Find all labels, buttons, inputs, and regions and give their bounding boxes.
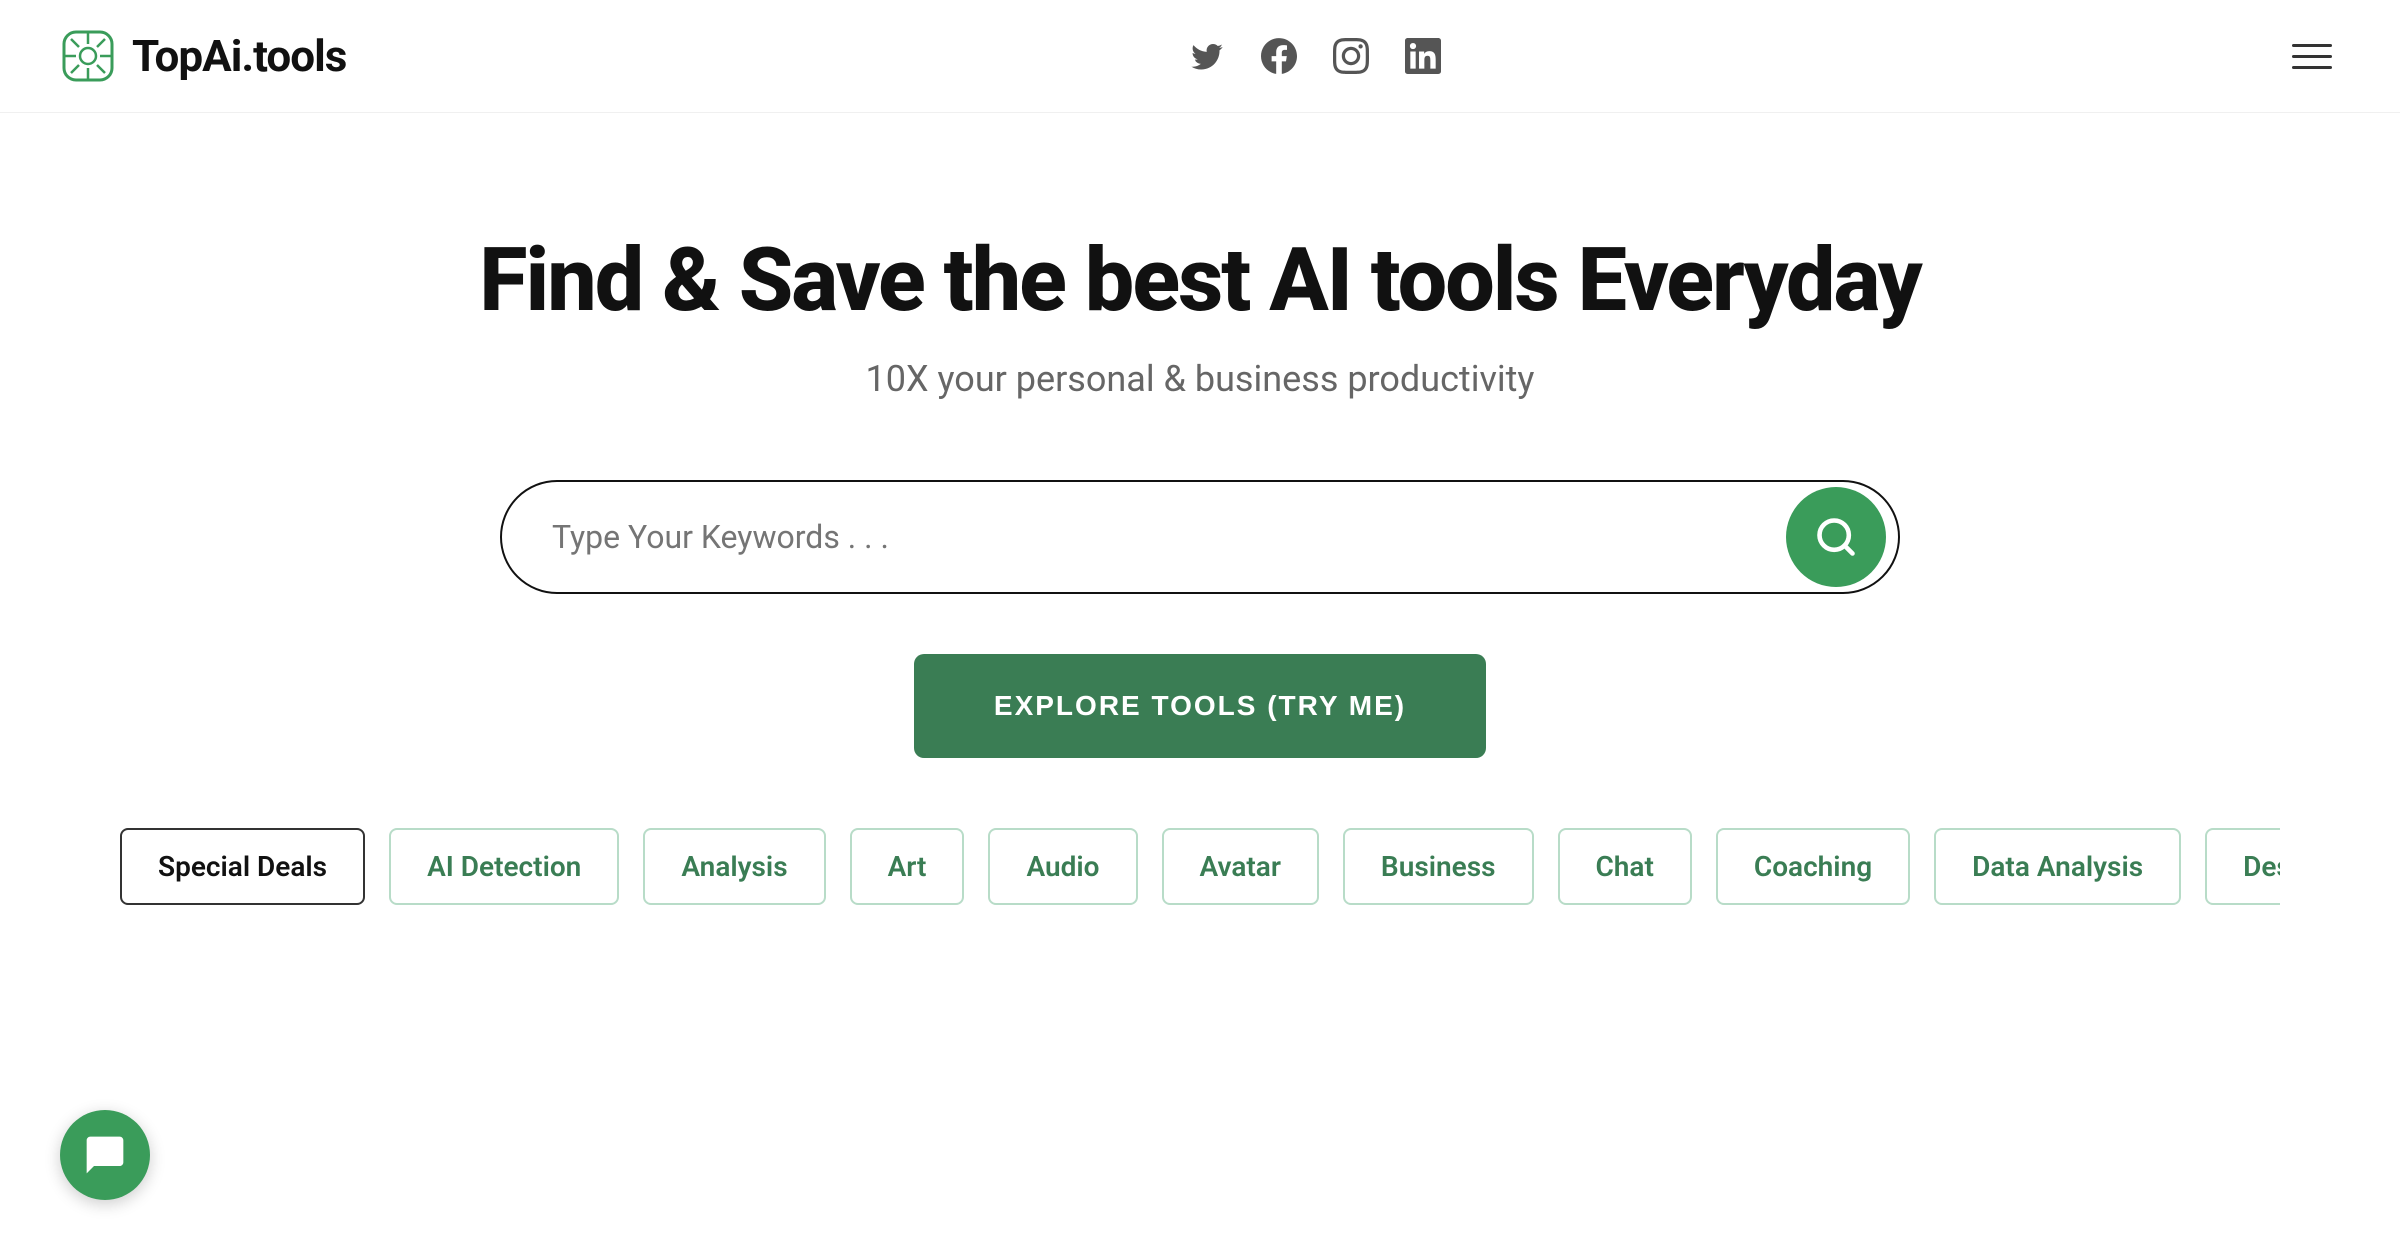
instagram-icon[interactable]: [1333, 38, 1369, 74]
category-tag-analysis[interactable]: Analysis: [643, 828, 825, 905]
search-icon: [1814, 515, 1858, 559]
logo-icon: [60, 28, 116, 84]
search-button[interactable]: [1786, 487, 1886, 587]
category-tag-chat[interactable]: Chat: [1558, 828, 1692, 905]
social-icons-group: [1189, 38, 1441, 74]
category-tag-special-deals[interactable]: Special Deals: [120, 828, 365, 905]
hamburger-line-2: [2292, 55, 2332, 58]
logo[interactable]: TopAi.tools: [60, 28, 346, 84]
search-container: [500, 480, 1900, 594]
categories-scroll: Special Deals AI Detection Analysis Art Audi…: [120, 828, 2280, 905]
linkedin-icon[interactable]: [1405, 38, 1441, 74]
search-input[interactable]: [502, 482, 1786, 592]
category-tag-art[interactable]: Art: [850, 828, 965, 905]
hero-subtitle: 10X your personal & business productivit…: [866, 358, 1535, 400]
hero-section: Find & Save the best AI tools Everyday 1…: [0, 113, 2400, 985]
hero-title: Find & Save the best AI tools Everyday: [479, 233, 1920, 330]
category-tag-business[interactable]: Business: [1343, 828, 1534, 905]
category-tag-ai-detection[interactable]: AI Detection: [389, 828, 619, 905]
header: TopAi.tools: [0, 0, 2400, 113]
hamburger-menu[interactable]: [2284, 36, 2340, 77]
facebook-icon[interactable]: [1261, 38, 1297, 74]
hamburger-line-1: [2292, 44, 2332, 47]
logo-text: TopAi.tools: [132, 30, 346, 82]
category-tag-data-analysis[interactable]: Data Analysis: [1934, 828, 2181, 905]
twitter-icon[interactable]: [1189, 38, 1225, 74]
category-tag-avatar[interactable]: Avatar: [1162, 828, 1319, 905]
search-bar: [500, 480, 1900, 594]
category-tag-coaching[interactable]: Coaching: [1716, 828, 1910, 905]
chat-bubble[interactable]: [60, 1110, 150, 1200]
category-tag-design[interactable]: Design: [2205, 828, 2280, 905]
category-tag-audio[interactable]: Audio: [988, 828, 1137, 905]
categories-container: Special Deals AI Detection Analysis Art Audi…: [60, 828, 2340, 905]
explore-button[interactable]: EXPLORE TOOLS (TRY ME): [914, 654, 1486, 758]
chat-bubble-icon: [83, 1133, 127, 1177]
hamburger-line-3: [2292, 66, 2332, 69]
